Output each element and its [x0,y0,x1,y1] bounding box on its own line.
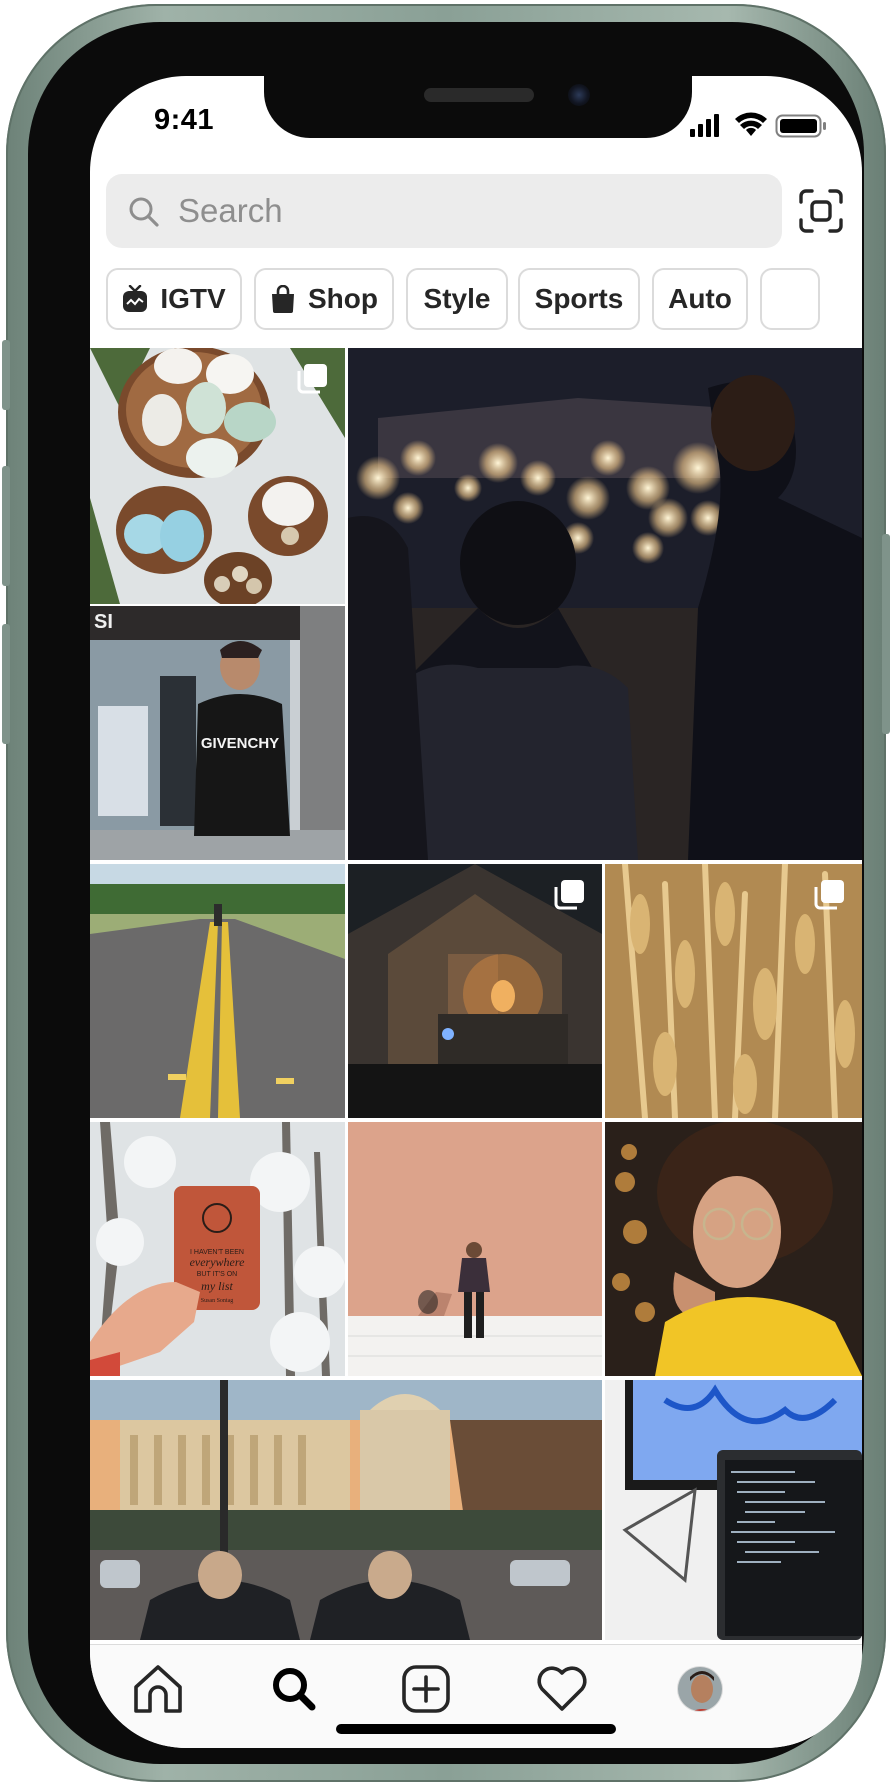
grid-tile-capitol[interactable] [90,1380,602,1640]
chip-label: IGTV [160,283,226,314]
notebook-line-2: everywhere [190,1255,246,1269]
home-indicator [336,1724,616,1734]
phone-bezel: 9:41 Search IGTV Shop Style Sports Auto … [28,22,864,1764]
silent-switch [2,340,10,410]
speaker-grille [424,88,534,102]
search-icon [129,197,159,227]
volume-up-button [2,466,10,586]
peach-wall-photo [348,1122,602,1376]
profile-avatar[interactable] [670,1659,730,1719]
search-placeholder: Search [178,192,283,229]
chip-partial[interactable] [760,268,820,330]
search-input[interactable]: Search [106,174,782,248]
home-icon[interactable] [128,1659,188,1719]
grid-tile-laptop[interactable] [605,1380,862,1640]
chip-label: Style [423,283,491,314]
notebook-line-5: Susan Sontag [201,1298,234,1304]
givenchy-text: GIVENCHY [201,735,279,752]
igtv-icon [123,285,148,312]
grid-tile-wheat[interactable] [605,864,862,1118]
chip-igtv[interactable]: IGTV [106,268,242,330]
add-post-icon[interactable] [396,1659,456,1719]
grid-tile-road[interactable] [90,864,345,1118]
couple-sparklers-photo [348,348,862,860]
phone-frame: 9:41 Search IGTV Shop Style Sports Auto … [2,4,890,1782]
notch [264,76,692,138]
givenchy-photo: SI GIVENCHY [90,606,345,860]
scan-icon[interactable] [798,188,844,234]
capitol-photo [90,1380,602,1640]
front-camera [568,84,590,106]
grid-tile-eggs[interactable] [90,348,345,604]
chip-sports[interactable]: Sports [518,268,640,330]
search-tab-icon[interactable] [264,1659,324,1719]
notebook-line-4: my list [201,1279,233,1293]
laptop-photo [605,1380,862,1640]
chip-label: Auto [668,283,732,314]
phone-screen: 9:41 Search IGTV Shop Style Sports Auto … [90,76,862,1748]
multiple-photos-icon [297,364,327,394]
portrait-photo [605,1122,862,1376]
heart-icon[interactable] [532,1659,592,1719]
chip-auto[interactable]: Auto [652,268,748,330]
notebook-photo: I HAVEN'T BEEN everywhere BUT IT'S ON my… [90,1122,345,1376]
chip-style[interactable]: Style [406,268,508,330]
chip-label: Shop [308,283,378,314]
battery-icon [775,114,826,138]
grid-tile-tent[interactable] [348,864,602,1118]
chip-shop[interactable]: Shop [254,268,394,330]
volume-down-button [2,624,10,744]
grid-tile-peach-wall[interactable] [348,1122,602,1376]
explore-grid: SI GIVENCHY I HAVEN'T BEEN everywhere BU… [90,348,862,1640]
svg-text:SI: SI [94,611,113,633]
status-icons [690,112,826,138]
category-chips: IGTV Shop Style Sports Auto [106,268,862,334]
grid-tile-couple-sparklers[interactable] [348,348,862,860]
grid-tile-givenchy[interactable]: SI GIVENCHY [90,606,345,860]
cellular-signal-icon [690,114,719,137]
power-button [882,534,890,734]
chip-label: Sports [534,283,624,314]
grid-tile-notebook[interactable]: I HAVEN'T BEEN everywhere BUT IT'S ON my… [90,1122,345,1376]
road-photo [90,864,345,1118]
grid-tile-portrait[interactable] [605,1122,862,1376]
wifi-icon [735,112,767,136]
shopping-bag-icon [272,285,294,313]
status-time: 9:41 [154,104,215,136]
notebook-line-3: BUT IT'S ON [197,1271,238,1278]
multiple-photos-icon [814,880,844,910]
multiple-photos-icon [554,880,584,910]
